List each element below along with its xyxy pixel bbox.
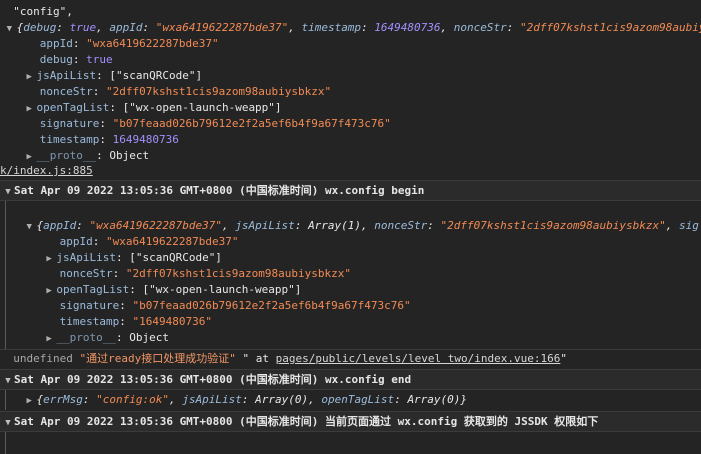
expanded-triangle-icon[interactable]: ▼ — [7, 21, 17, 36]
config-summary-line[interactable]: ▼ {debug: true, appId: "wxa6419622287bde3… — [0, 20, 701, 36]
source-link[interactable]: k/index.js:885 — [0, 164, 93, 177]
config-label: "config", — [13, 5, 73, 18]
errmsg-summary-line[interactable]: ▶ {errMsg: "config:ok", jsApiList: Array(… — [0, 392, 701, 408]
group-title: Sat Apr 09 2022 13:05:36 GMT+0800 (中国标准时… — [14, 184, 425, 197]
group-indent-bar — [5, 432, 6, 454]
config-label-line: "config", — [0, 4, 701, 20]
group-header-jssdk-permissions[interactable]: ▼ Sat Apr 09 2022 13:05:36 GMT+0800 (中国标准… — [0, 411, 701, 432]
prop-proto[interactable]: ▶ __proto__: Object — [0, 148, 701, 164]
prop-noncestr-2: nonceStr: "2dff07kshst1cis9azom98aubiysb… — [59, 267, 352, 280]
expanded-triangle-icon[interactable]: ▼ — [27, 219, 37, 234]
devtools-console: "config", ▼ {debug: true, appId: "wxa6419… — [0, 0, 701, 454]
group-header-config-end[interactable]: ▼ Sat Apr 09 2022 13:05:36 GMT+0800 (中国标准… — [0, 369, 701, 390]
collapsed-triangle-icon[interactable]: ▶ — [27, 69, 37, 84]
source-link[interactable]: /public/levels/level two/index.vue:166 — [309, 352, 561, 365]
config-summary-line-2[interactable]: ▼ {appId: "wxa6419622287bde37", jsApiList… — [0, 218, 701, 234]
prop-debug: debug: true — [39, 53, 113, 66]
prop-jsapilist-2[interactable]: ▶ jsApiList: ["scanQRCode"] — [0, 250, 701, 266]
group-title: Sat Apr 09 2022 13:05:36 GMT+0800 (中国标准时… — [14, 415, 599, 428]
collapsed-triangle-icon[interactable]: ▶ — [46, 283, 56, 298]
divider — [0, 349, 701, 350]
prop-appid-2: appId: "wxa6419622287bde37" — [59, 235, 239, 248]
group-title: Sat Apr 09 2022 13:05:36 GMT+0800 (中国标准时… — [14, 373, 412, 386]
collapsed-triangle-icon[interactable]: ▶ — [27, 149, 37, 164]
prop-opentaglist-2[interactable]: ▶ openTagList: ["wx-open-launch-weapp"] — [0, 282, 701, 298]
log-message-line: undefined "通过ready接口处理成功验证" " at pages/p… — [13, 352, 568, 365]
prop-opentaglist[interactable]: ▶ openTagList: ["wx-open-launch-weapp"] — [0, 100, 701, 116]
prop-noncestr: nonceStr: "2dff07kshst1cis9azom98aubiysb… — [39, 85, 332, 98]
group-expanded-icon[interactable]: ▼ — [2, 183, 14, 200]
prop-appid: appId: "wxa6419622287bde37" — [39, 37, 219, 50]
prop-proto-2[interactable]: ▶ __proto__: Object — [0, 330, 701, 346]
prop-timestamp: timestamp: 1649480736 — [39, 133, 179, 146]
source-link-line[interactable]: k/index.js:885 — [0, 163, 701, 179]
group-expanded-icon[interactable]: ▼ — [2, 414, 14, 431]
prop-signature: signature: "b07feaad026b79612e2f2a5ef6b4… — [39, 117, 391, 130]
source-link[interactable]: pages — [276, 352, 309, 365]
collapsed-triangle-icon[interactable]: ▶ — [46, 331, 56, 346]
collapsed-triangle-icon[interactable]: ▶ — [27, 393, 37, 408]
collapsed-triangle-icon[interactable]: ▶ — [27, 101, 37, 116]
group-header-config-begin[interactable]: ▼ Sat Apr 09 2022 13:05:36 GMT+0800 (中国标准… — [0, 180, 701, 201]
prop-signature-2: signature: "b07feaad026b79612e2f2a5ef6b4… — [59, 299, 411, 312]
prop-timestamp-2: timestamp: "1649480736" — [59, 315, 212, 328]
group-expanded-icon[interactable]: ▼ — [2, 372, 14, 389]
prop-jsapilist[interactable]: ▶ jsApiList: ["scanQRCode"] — [0, 68, 701, 84]
collapsed-triangle-icon[interactable]: ▶ — [46, 251, 56, 266]
